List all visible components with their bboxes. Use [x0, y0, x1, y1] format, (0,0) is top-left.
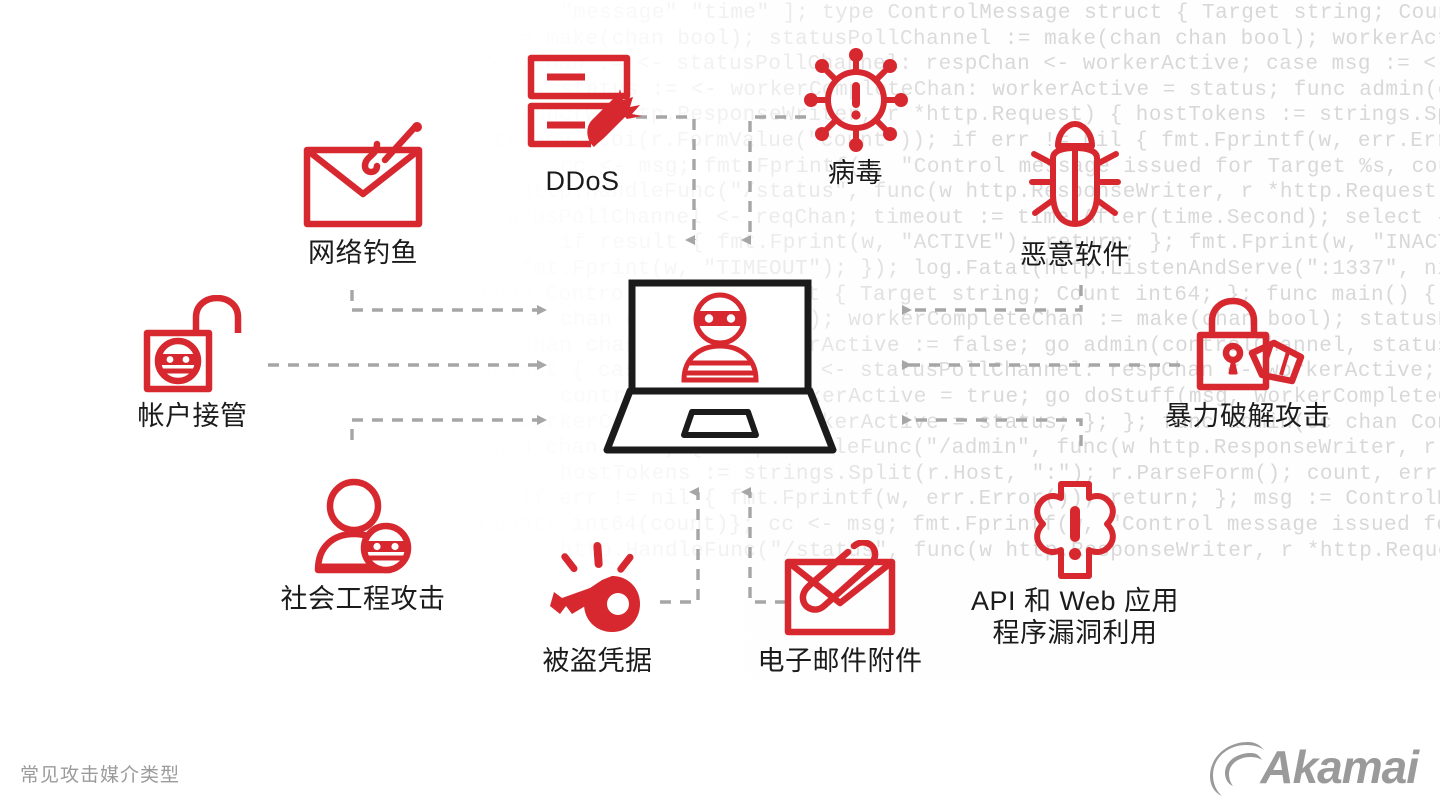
- padlock-fist-icon: [1155, 295, 1340, 395]
- laptop-with-hacker: [600, 278, 840, 468]
- server-bomb-icon: [490, 48, 675, 160]
- arrow-phishing-to-laptop: [350, 290, 547, 315]
- burst-alert-icon: [955, 478, 1195, 582]
- node-label: 网络钓鱼: [308, 238, 418, 268]
- node-label: API 和 Web 应用 程序漏洞利用: [970, 586, 1180, 648]
- code-line: statusPollChannel <- reqChan; timeout :=…: [480, 206, 1440, 230]
- node-label: 恶意软件: [1020, 240, 1130, 270]
- arrow-malware-to-laptop: [902, 285, 1083, 315]
- node-api-web-exploit: API 和 Web 应用 程序漏洞利用: [955, 478, 1195, 650]
- node-label: 社会工程攻击: [280, 584, 446, 614]
- page-caption: 常见攻击媒介类型: [20, 765, 181, 786]
- node-stolen-credentials: 被盗凭据: [500, 540, 695, 678]
- node-label: 被盗凭据: [542, 646, 653, 676]
- infographic-canvas: "message" "time" ]; type ControlMessage …: [0, 0, 1440, 810]
- code-line: status := <- workerCompleteChan: workerA…: [560, 78, 1440, 102]
- akamai-wordmark: Akamai: [1260, 741, 1419, 793]
- node-brute-force: 暴力破解攻击: [1155, 295, 1340, 433]
- broken-key-icon: [500, 540, 695, 640]
- node-label: 病毒: [828, 158, 883, 188]
- node-phishing: 网络钓鱼: [248, 122, 478, 270]
- arrow-api-web-to-laptop: [902, 415, 1083, 446]
- envelope-clip-icon: [730, 540, 950, 640]
- envelope-hook-icon: [248, 122, 478, 232]
- node-label: 帐户接管: [137, 401, 248, 431]
- node-account-takeover: 帐户接管: [100, 295, 285, 433]
- node-malware: 恶意软件: [985, 118, 1165, 272]
- node-label: DDoS: [545, 166, 620, 196]
- node-virus: 病毒: [778, 48, 933, 190]
- node-ddos: DDoS: [490, 48, 675, 198]
- person-mask-icon: [248, 478, 478, 578]
- akamai-logo: Akamai: [1204, 736, 1419, 798]
- virus-alert-icon: [778, 48, 933, 152]
- arrow-social-engineering-to-laptop: [350, 415, 547, 440]
- bug-icon: [985, 118, 1165, 234]
- node-email-attachment: 电子邮件附件: [730, 540, 950, 678]
- node-label: 电子邮件附件: [757, 646, 923, 676]
- open-padlock-mask-icon: [100, 295, 285, 395]
- node-social-engineering: 社会工程攻击: [248, 478, 478, 616]
- node-label: 暴力破解攻击: [1165, 401, 1330, 431]
- akamai-swoosh-icon: [1210, 742, 1265, 796]
- code-line: "message" "time" ]; type ControlMessage …: [560, 2, 1440, 25]
